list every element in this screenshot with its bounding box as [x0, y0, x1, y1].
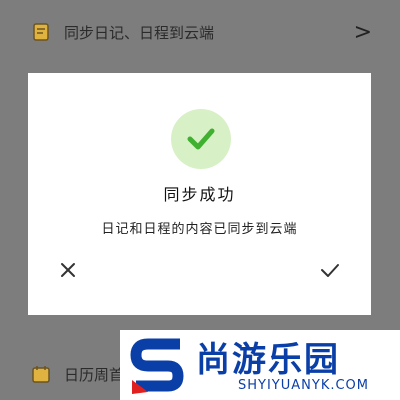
- dialog-message: 日记和日程的内容已同步到云端: [101, 222, 298, 237]
- watermark-banner: 尚游乐园 SHYIYUANYK.COM: [120, 330, 400, 400]
- sync-settings-row[interactable]: 同步日记、日程到云端 >: [0, 12, 400, 52]
- notebook-icon: [30, 21, 52, 43]
- checkmark-icon[interactable]: [317, 258, 343, 282]
- dialog-title: 同步成功: [163, 185, 236, 204]
- success-check-icon: [171, 109, 231, 169]
- watermark-name: 尚游乐园: [196, 340, 340, 380]
- s-logo-icon: [130, 336, 188, 396]
- chevron-right-icon[interactable]: >: [354, 20, 372, 45]
- sync-settings-label: 同步日记、日程到云端: [64, 23, 215, 42]
- sync-success-dialog: 同步成功 日记和日程的内容已同步到云端: [28, 73, 371, 315]
- calendar-week-icon: [30, 363, 52, 385]
- calendar-week-start-label: 日历周首: [64, 365, 125, 384]
- close-icon[interactable]: [56, 258, 80, 282]
- watermark-domain: SHYIYUANYK.COM: [238, 378, 369, 393]
